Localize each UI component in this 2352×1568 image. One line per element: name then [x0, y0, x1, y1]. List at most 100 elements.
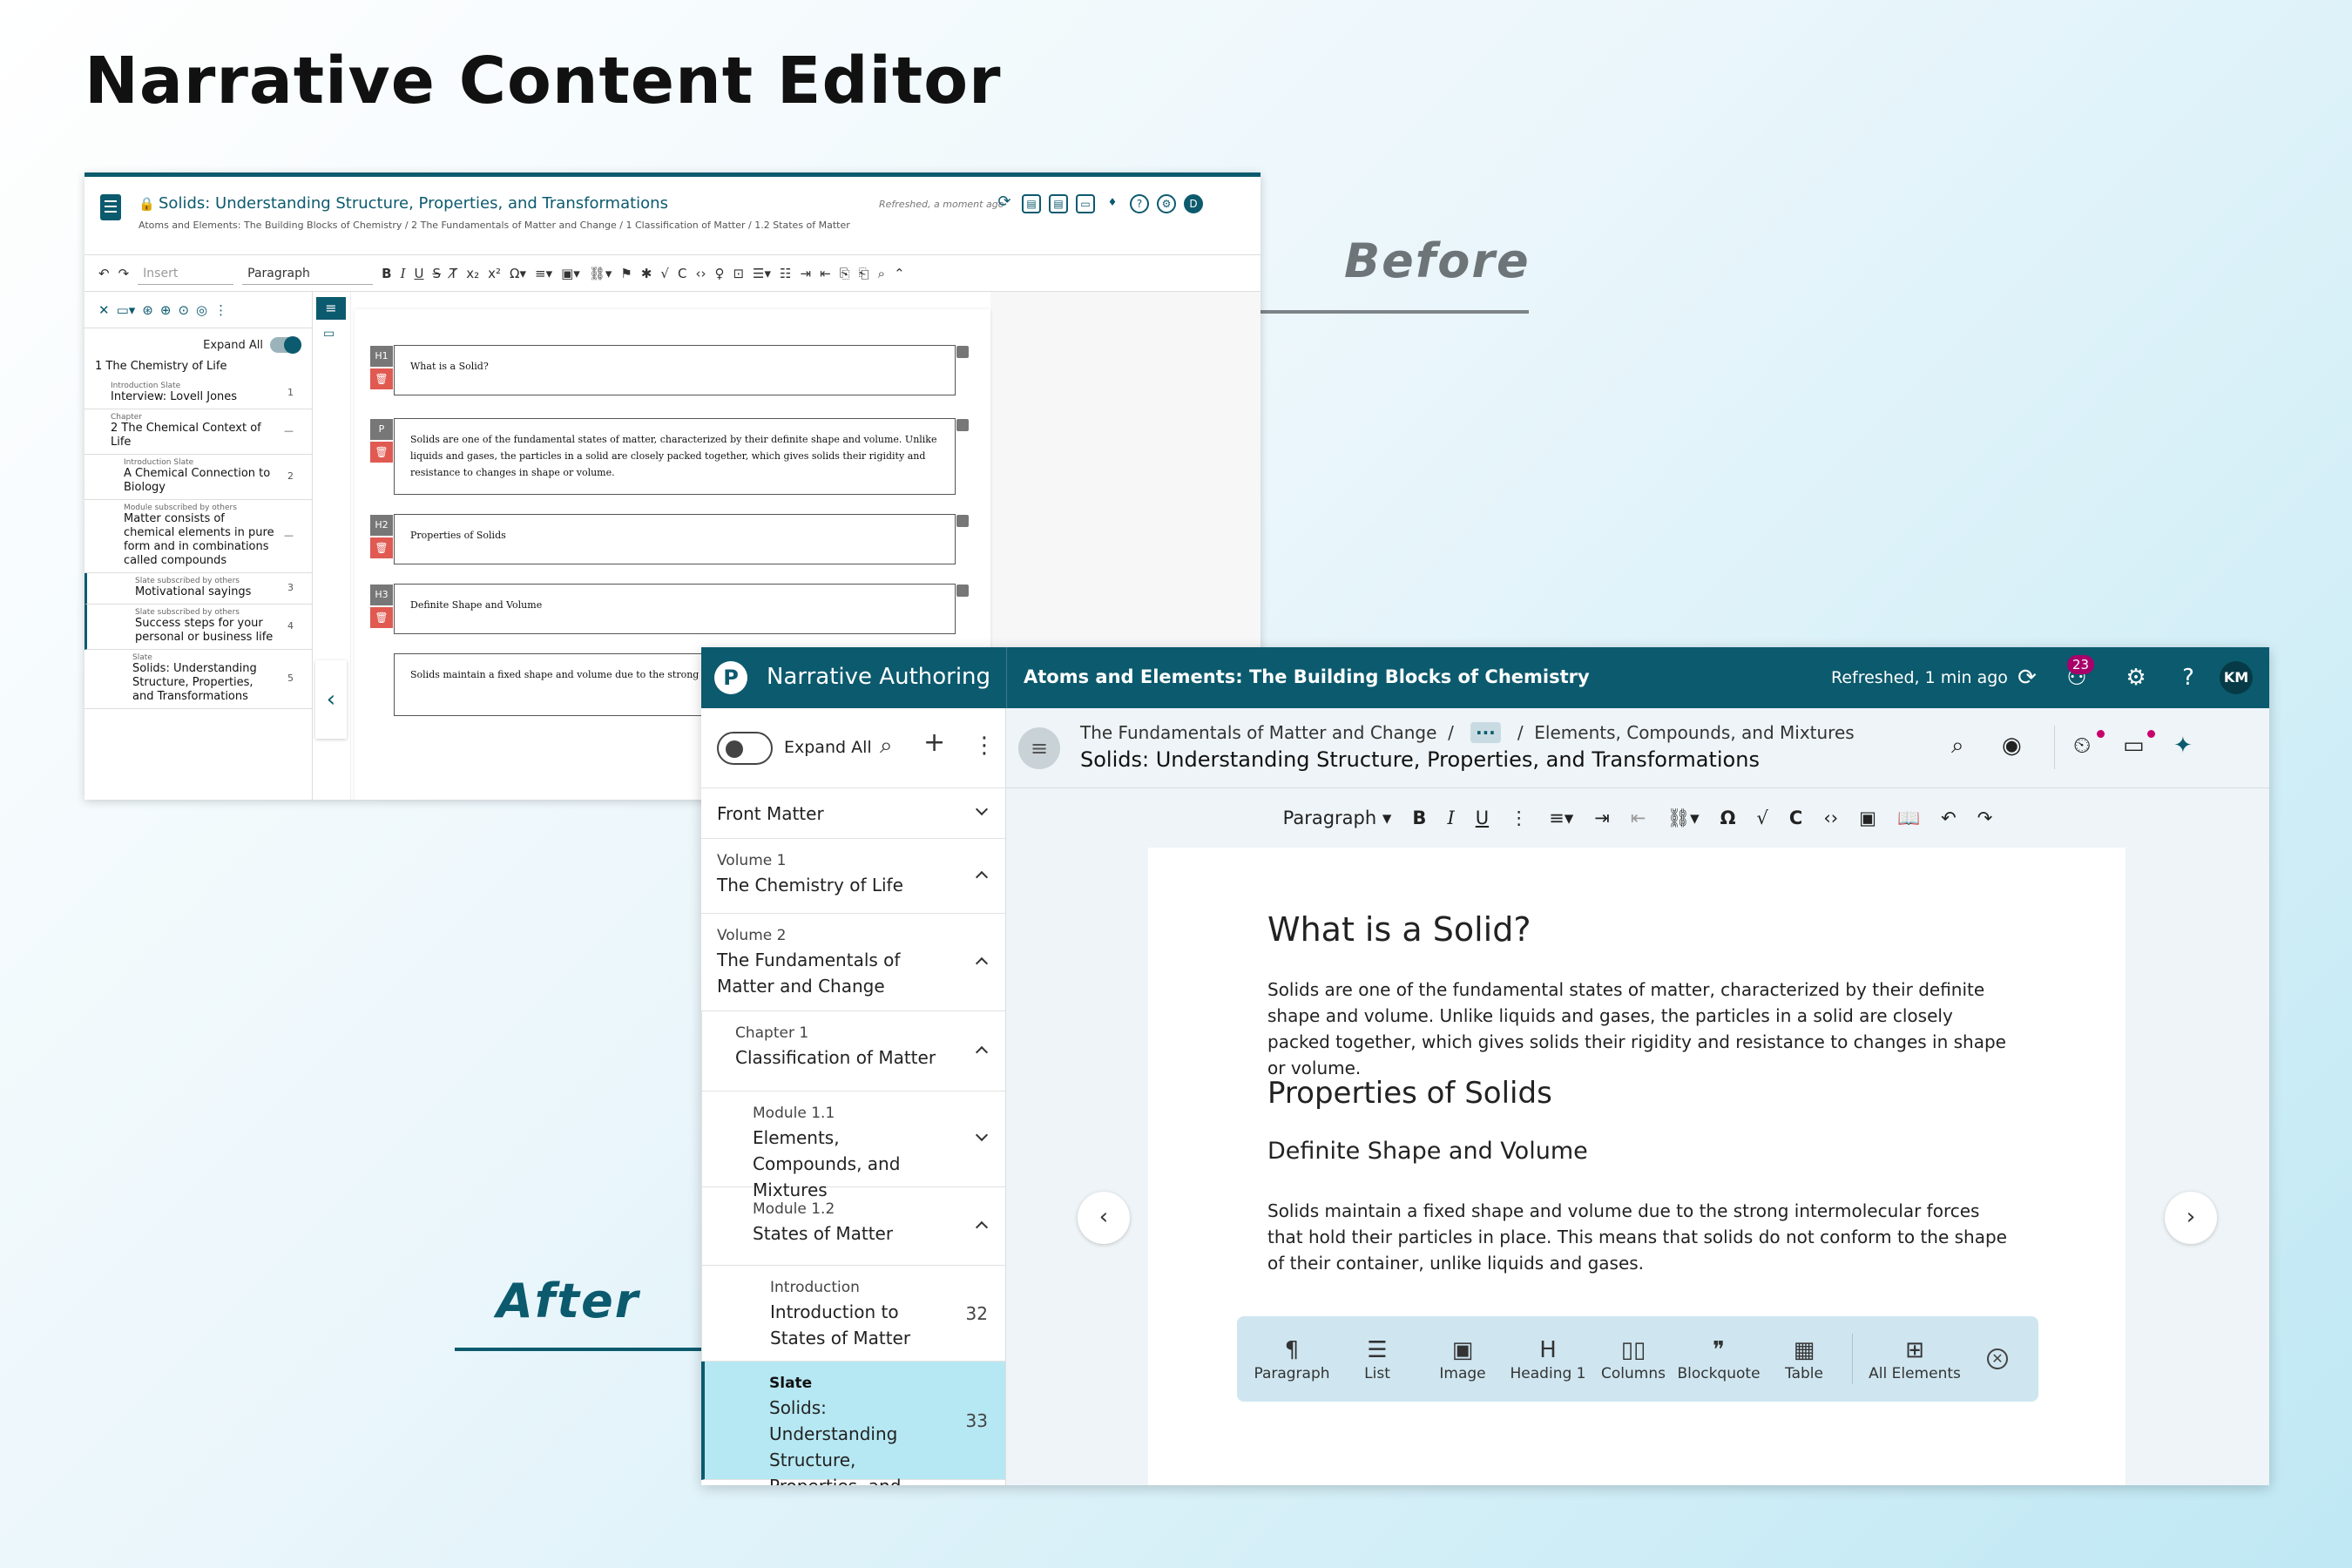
paste-icon[interactable]: ⎗: [859, 266, 869, 281]
chevron-down-icon[interactable]: [975, 1128, 989, 1141]
tree-item[interactable]: 1 The Chemistry of Life: [84, 356, 312, 378]
redo-icon[interactable]: ↷: [118, 266, 130, 281]
indent-icon[interactable]: ⇥: [800, 266, 811, 281]
chevron-down-icon[interactable]: [975, 802, 989, 815]
tree-item[interactable]: Volume 1 The Chemistry of Life: [701, 839, 1005, 914]
breadcrumb-module[interactable]: Elements, Compounds, and Mixtures: [1534, 722, 1854, 743]
comments-icon[interactable]: ▭: [2123, 733, 2145, 759]
ai-sparkle-icon[interactable]: ✦: [2173, 733, 2193, 759]
image-icon[interactable]: ▣▾: [561, 266, 580, 281]
code-icon[interactable]: ‹›: [695, 266, 706, 281]
chevron-up-icon[interactable]: [975, 870, 989, 883]
paragraph-dropdown[interactable]: Paragraph: [242, 262, 374, 285]
before-breadcrumb[interactable]: Atoms and Elements: The Building Blocks …: [139, 219, 905, 232]
chem-icon[interactable]: C: [678, 266, 686, 281]
tree-item[interactable]: Introduction Slate Interview: Lovell Jone…: [84, 378, 312, 409]
outdent-icon[interactable]: ⇤: [1631, 808, 1646, 828]
bullets-icon[interactable]: ☷: [780, 266, 791, 281]
next-slate-button[interactable]: ›: [2165, 1192, 2217, 1244]
link-icon[interactable]: ⛓▾: [589, 266, 612, 281]
chem-icon[interactable]: C: [1789, 808, 1802, 828]
undo-icon[interactable]: ↶: [1941, 808, 1957, 828]
code-icon[interactable]: ‹›: [1823, 808, 1838, 828]
indent-icon[interactable]: ⇥: [1594, 808, 1610, 828]
formula-icon[interactable]: √: [660, 266, 669, 281]
close-insert-bar-icon[interactable]: ✕: [1987, 1348, 2008, 1369]
tree-item[interactable]: SlateSolids: Understanding Structure, Pr…: [701, 1362, 1005, 1485]
element-block[interactable]: H3 🗑 Definite Shape and Volume: [370, 584, 969, 634]
refresh-icon[interactable]: ⟳: [995, 194, 1014, 213]
omega-icon[interactable]: Ω▾: [510, 266, 526, 281]
settings-icon[interactable]: ⚙: [1157, 194, 1176, 213]
history-icon[interactable]: ⏲: [2073, 733, 2091, 760]
tree-item[interactable]: Introduction Slate A Chemical Connection …: [84, 455, 312, 500]
tree-item[interactable]: Chapter 1 Classification of Matter: [701, 1011, 1005, 1092]
tree-item[interactable]: Slate subscribed by others Motivational s…: [84, 573, 312, 605]
export-icon[interactable]: ▤: [1022, 194, 1041, 213]
add-icon[interactable]: ⊕: [160, 302, 172, 318]
delete-icon[interactable]: 🗑: [370, 368, 393, 389]
element-block[interactable]: P 🗑 Solids are one of the fundamental stat…: [370, 418, 969, 495]
element-block[interactable]: H1 🗑 What is a Solid?: [370, 345, 969, 395]
zoom-icon[interactable]: ⊙: [178, 302, 189, 318]
tree-item[interactable]: Chapter 2 The Chemical Context of Life —: [84, 409, 312, 455]
insert-blockquote-button[interactable]: ❞ Blockquote: [1676, 1335, 1761, 1382]
search-icon[interactable]: ⌕: [880, 733, 893, 760]
insert-dropdown[interactable]: Insert: [138, 262, 234, 285]
underline-icon[interactable]: U: [415, 266, 424, 281]
heading-2[interactable]: Properties of Solids: [1267, 1076, 1552, 1111]
folder-icon[interactable]: ▭▾: [117, 302, 136, 318]
chevron-up-icon[interactable]: [975, 1220, 989, 1233]
heading-3[interactable]: Definite Shape and Volume: [1267, 1138, 1588, 1165]
align-icon[interactable]: ≡▾: [535, 266, 552, 281]
prev-slate-button[interactable]: ‹: [1078, 1192, 1130, 1244]
breadcrumb-ellipsis[interactable]: ···: [1470, 722, 1501, 743]
breadcrumb-volume[interactable]: The Fundamentals of Matter and Change: [1080, 722, 1436, 743]
collapse-icon[interactable]: ⌃: [894, 266, 905, 281]
bookmark-icon[interactable]: ⚑: [620, 266, 632, 281]
tree-item[interactable]: SlateSolids: Understanding Structure, Pr…: [84, 650, 312, 709]
expand-all-toggle[interactable]: [270, 336, 301, 354]
tree-item[interactable]: Front Matter: [701, 788, 1005, 839]
glossary-icon[interactable]: ♀: [714, 266, 724, 281]
tree-item[interactable]: Slate subscribed by others Success steps …: [84, 605, 312, 650]
superscript-icon[interactable]: x²: [488, 266, 501, 281]
tree-item[interactable]: Module 1.2 States of Matter: [701, 1187, 1005, 1266]
more-icon[interactable]: ⋮: [214, 302, 227, 318]
outdent-icon[interactable]: ⇤: [820, 266, 831, 281]
bold-icon[interactable]: B: [382, 266, 391, 281]
outline-icon[interactable]: ≡: [316, 297, 346, 320]
strikethrough-icon[interactable]: S: [433, 266, 442, 281]
insert-heading-1-button[interactable]: H Heading 1: [1505, 1335, 1591, 1382]
insert-image-button[interactable]: ▣ Image: [1420, 1335, 1505, 1382]
tree-item[interactable]: Module 1.1 Elements, Compounds, and Mixtu…: [701, 1092, 1005, 1200]
tree-item[interactable]: Volume 2 The Fundamentals of Matter and C…: [701, 914, 1005, 1011]
italic-icon[interactable]: I: [401, 266, 406, 281]
insert-list-button[interactable]: ☰ List: [1335, 1335, 1420, 1382]
help-icon[interactable]: ?: [1130, 194, 1149, 213]
import-icon[interactable]: ▤: [1049, 194, 1068, 213]
chevron-up-icon[interactable]: [975, 956, 989, 970]
redo-icon[interactable]: ↷: [1977, 808, 1993, 828]
format-dropdown[interactable]: Paragraph ▾: [1283, 808, 1392, 828]
add-icon[interactable]: +: [923, 727, 945, 758]
alert-icon[interactable]: ♦: [1103, 194, 1122, 213]
search-icon[interactable]: ⌕: [1951, 733, 1964, 760]
insert-paragraph-button[interactable]: ¶ Paragraph: [1249, 1335, 1335, 1382]
pearson-logo-icon[interactable]: P: [714, 661, 747, 694]
omega-icon[interactable]: Ω: [1720, 808, 1736, 828]
copy-icon[interactable]: ⎘: [840, 266, 850, 281]
sync-icon[interactable]: ⊛: [142, 302, 153, 318]
settings-icon[interactable]: ⚙: [2121, 663, 2151, 693]
align-icon[interactable]: ≡▾: [1549, 808, 1573, 828]
comment-icon[interactable]: ▭: [1076, 194, 1095, 213]
undo-icon[interactable]: ↶: [98, 266, 110, 281]
target-icon[interactable]: ◎: [196, 302, 207, 318]
preview-icon[interactable]: ◉: [2002, 733, 2022, 759]
heading-1[interactable]: What is a Solid?: [1267, 910, 1531, 949]
tree-item[interactable]: Module subscribed by others Matter consis…: [84, 500, 312, 573]
delete-icon[interactable]: 🗑: [370, 442, 393, 463]
insert-columns-button[interactable]: ▯▯ Columns: [1591, 1335, 1676, 1382]
element-block[interactable]: H2 🗑 Properties of Solids: [370, 514, 969, 564]
search-icon[interactable]: ⌕: [878, 266, 885, 281]
